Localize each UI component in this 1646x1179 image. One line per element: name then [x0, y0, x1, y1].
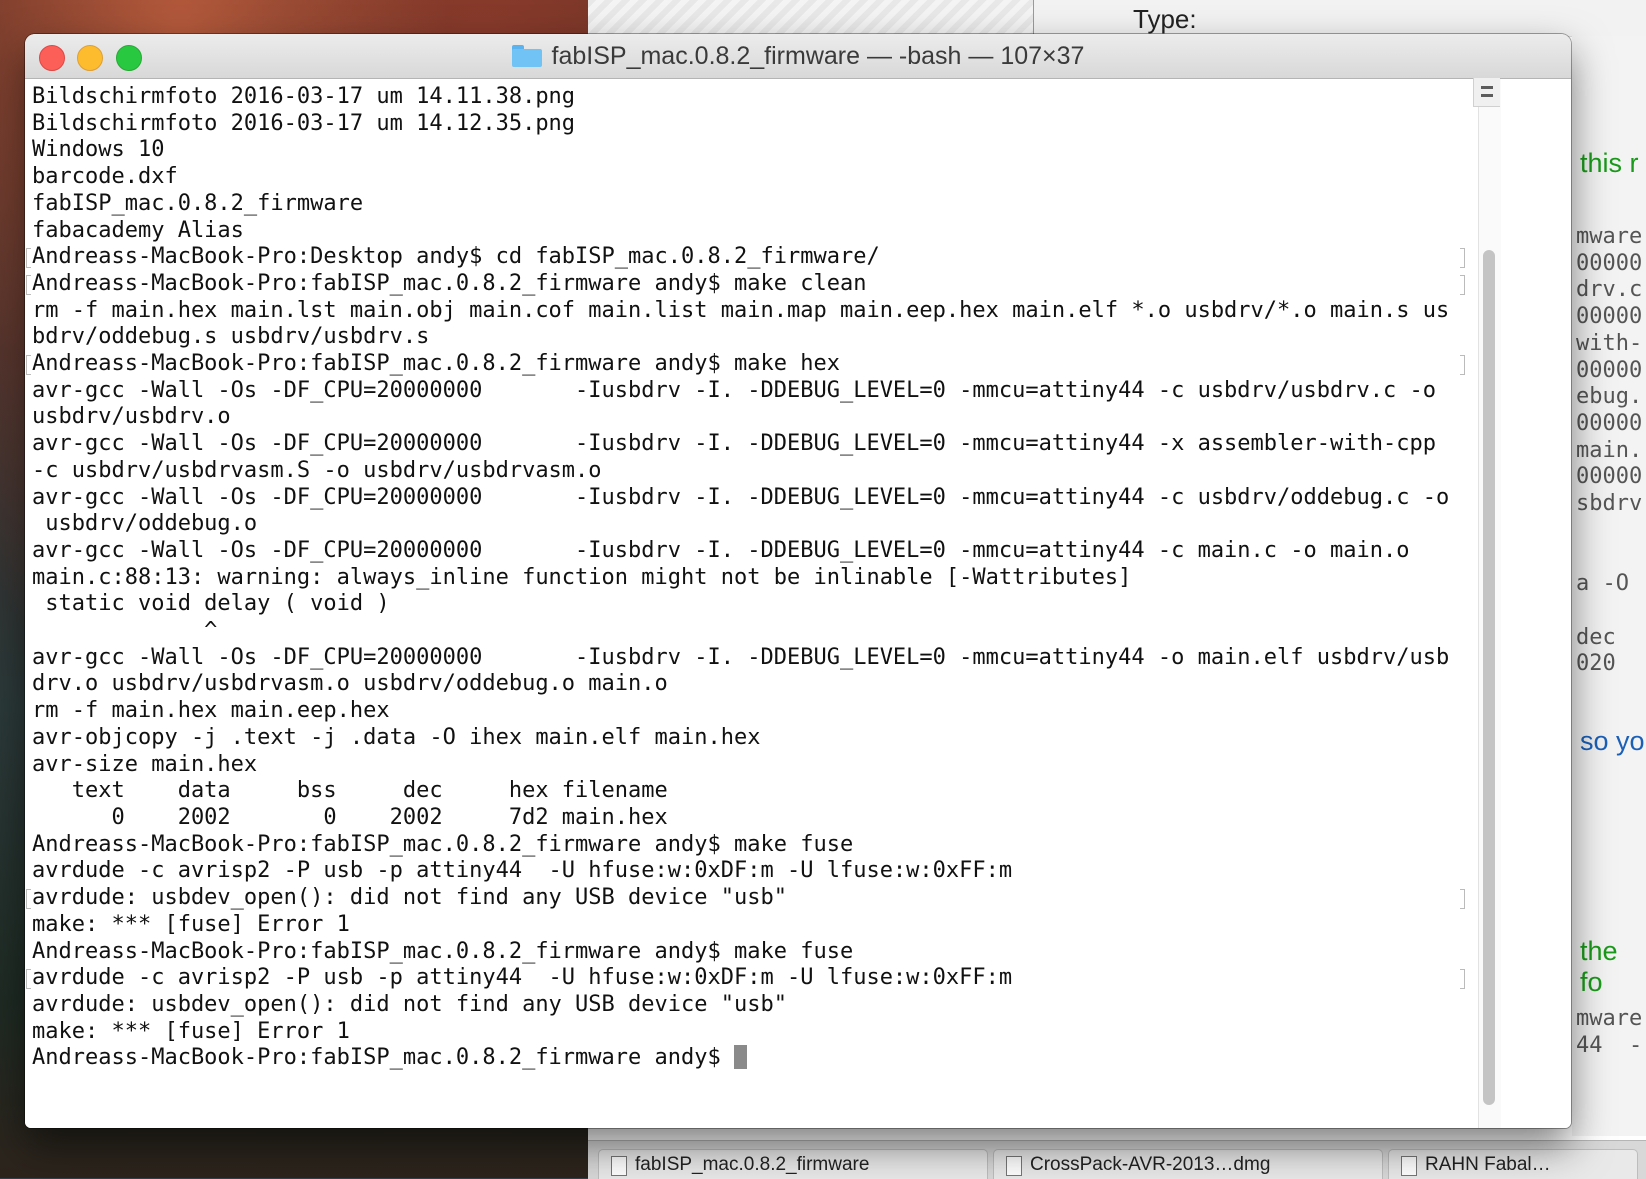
- tab-label: CrossPack-AVR-2013…dmg: [1030, 1154, 1271, 1175]
- terminal-line: drv.o usbdrv/usbdrvasm.o usbdrv/oddebug.…: [32, 671, 668, 697]
- background-tab-bar: fabISP_mac.0.8.2_firmware CrossPack-AVR-…: [588, 1140, 1646, 1179]
- line-mark-left: [26, 969, 31, 990]
- background-toolbar: Type:: [588, 0, 1646, 37]
- side-mono-line: 00000: [1576, 357, 1643, 383]
- toolbar-hatched-area: [588, 0, 1034, 36]
- side-mono-line: dec: [1576, 624, 1616, 650]
- terminal-line: avr-gcc -Wall -Os -DF_CPU=20000000 -Iusb…: [32, 484, 1450, 510]
- type-label: Type:: [1133, 4, 1197, 34]
- terminal-line: bdrv/oddebug.s usbdrv/usbdrv.s: [32, 324, 430, 350]
- terminal-window[interactable]: fabISP_mac.0.8.2_firmware — -bash — 107×…: [25, 34, 1571, 1128]
- line-mark-left: [26, 248, 31, 269]
- side-mono-line: main.: [1576, 437, 1643, 463]
- terminal-line: main.c:88:13: warning: always_inline fun…: [32, 564, 1132, 590]
- document-icon: [1401, 1156, 1417, 1176]
- side-text-green-2: the fo: [1580, 936, 1618, 997]
- terminal-line: avrdude: usbdev_open(): did not find any…: [32, 991, 787, 1017]
- terminal-line: Andreass-MacBook-Pro:fabISP_mac.0.8.2_fi…: [32, 938, 854, 964]
- terminal-line: avr-gcc -Wall -Os -DF_CPU=20000000 -Iusb…: [32, 377, 1436, 403]
- side-text-green-1: this r: [1580, 148, 1639, 178]
- side-mono-line: 00000: [1576, 250, 1643, 276]
- line-mark-right: [1460, 969, 1465, 990]
- terminal-line: -c usbdrv/usbdrvasm.S -o usbdrv/usbdrvas…: [32, 457, 602, 483]
- terminal-line: rm -f main.hex main.lst main.obj main.co…: [32, 297, 1450, 323]
- terminal-line: avr-gcc -Wall -Os -DF_CPU=20000000 -Iusb…: [32, 644, 1450, 670]
- side-mono-line: drv.c: [1576, 277, 1643, 303]
- side-mono-line: 00000: [1576, 410, 1643, 436]
- terminal-output[interactable]: Bildschirmfoto 2016-03-17 um 14.11.38.pn…: [32, 84, 1449, 1072]
- line-mark-left: [26, 355, 31, 375]
- document-icon: [1006, 1156, 1022, 1176]
- document-icon: [611, 1156, 627, 1176]
- terminal-line: usbdrv/usbdrv.o: [32, 404, 231, 430]
- terminal-line: Andreass-MacBook-Pro:fabISP_mac.0.8.2_fi…: [32, 270, 867, 296]
- line-mark-right: [1460, 889, 1465, 909]
- side-mono-line: 00000: [1576, 464, 1643, 490]
- tab-firmware-folder[interactable]: fabISP_mac.0.8.2_firmware: [598, 1149, 988, 1179]
- side-mono-line: mware: [1576, 224, 1643, 249]
- terminal-line: ^: [32, 618, 218, 644]
- title-bar[interactable]: fabISP_mac.0.8.2_firmware — -bash — 107×…: [25, 34, 1571, 79]
- line-mark-left: [26, 274, 31, 295]
- side-mono-line: sbdrv: [1576, 491, 1643, 516]
- tab-label: fabISP_mac.0.8.2_firmware: [635, 1154, 870, 1175]
- line-mark-right: [1460, 355, 1465, 375]
- terminal-line: static void delay ( void ): [32, 591, 390, 617]
- side-mono-line: 44 -: [1576, 1032, 1643, 1058]
- terminal-line: fabISP_mac.0.8.2_firmware: [32, 190, 364, 216]
- split-pane-icon[interactable]: [1473, 78, 1500, 107]
- side-mono-line: ebug.: [1576, 384, 1643, 410]
- terminal-line: barcode.dxf: [32, 164, 178, 190]
- terminal-line: text data bss dec hex filename: [32, 778, 668, 804]
- window-title: fabISP_mac.0.8.2_firmware — -bash — 107×…: [25, 34, 1571, 78]
- scrollbar-thumb[interactable]: [1483, 250, 1495, 1105]
- line-mark-right: [1460, 248, 1465, 269]
- side-mono-line: 020: [1576, 651, 1616, 677]
- folder-icon: [511, 45, 542, 67]
- tab-label: RAHN Fabal…: [1425, 1154, 1551, 1175]
- terminal-line: rm -f main.hex main.eep.hex: [32, 698, 390, 724]
- line-mark-left: [26, 889, 31, 909]
- terminal-line: 0 2002 0 2002 7d2 main.hex: [32, 804, 668, 830]
- terminal-line: avr-gcc -Wall -Os -DF_CPU=20000000 -Iusb…: [32, 431, 1436, 457]
- side-mono-line: 00000: [1576, 304, 1643, 330]
- terminal-line: make: *** [fuse] Error 1: [32, 1018, 350, 1044]
- shell-prompt: Andreass-MacBook-Pro:fabISP_mac.0.8.2_fi…: [32, 1045, 734, 1071]
- line-mark-right: [1460, 274, 1465, 295]
- side-mono-line: mware: [1576, 1006, 1643, 1031]
- terminal-line: Andreass-MacBook-Pro:fabISP_mac.0.8.2_fi…: [32, 831, 854, 857]
- terminal-line: avrdude -c avrisp2 -P usb -p attiny44 -U…: [32, 858, 1013, 884]
- terminal-line: usbdrv/oddebug.o: [32, 511, 258, 537]
- terminal-line: avrdude: usbdev_open(): did not find any…: [32, 885, 787, 911]
- terminal-line: make: *** [fuse] Error 1: [32, 911, 350, 937]
- side-mono-line: a -O: [1576, 571, 1629, 597]
- terminal-line: avr-gcc -Wall -Os -DF_CPU=20000000 -Iusb…: [32, 537, 1410, 563]
- terminal-line: Andreass-MacBook-Pro:fabISP_mac.0.8.2_fi…: [32, 351, 840, 377]
- text-cursor: [734, 1045, 747, 1070]
- terminal-line: avr-size main.hex: [32, 751, 258, 777]
- side-mono-line: with-: [1576, 330, 1643, 356]
- terminal-line: fabacademy Alias: [32, 217, 244, 243]
- terminal-line: Windows 10: [32, 137, 165, 163]
- window-title-text: fabISP_mac.0.8.2_firmware — -bash — 107×…: [551, 41, 1085, 70]
- tab-crosspack-dmg[interactable]: CrossPack-AVR-2013…dmg: [993, 1149, 1383, 1179]
- terminal-line: avrdude -c avrisp2 -P usb -p attiny44 -U…: [32, 965, 1013, 991]
- terminal-line: Bildschirmfoto 2016-03-17 um 14.12.35.pn…: [32, 110, 576, 136]
- terminal-line: avr-objcopy -j .text -j .data -O ihex ma…: [32, 724, 761, 750]
- tab-rahn[interactable]: RAHN Fabal…: [1388, 1149, 1638, 1179]
- terminal-content[interactable]: Bildschirmfoto 2016-03-17 um 14.11.38.pn…: [25, 79, 1571, 1128]
- side-text-blue: so yo: [1580, 726, 1645, 756]
- terminal-line: Andreass-MacBook-Pro:Desktop andy$ cd fa…: [32, 244, 880, 270]
- terminal-line: Bildschirmfoto 2016-03-17 um 14.11.38.pn…: [32, 84, 576, 109]
